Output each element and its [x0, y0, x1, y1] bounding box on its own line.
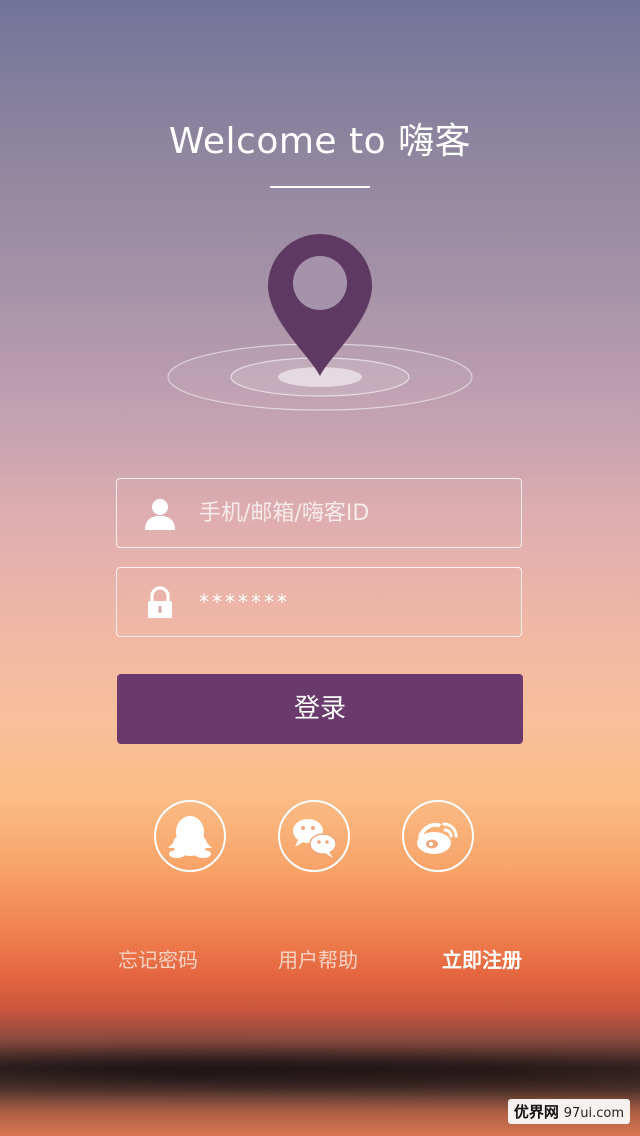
qq-login-button[interactable] — [154, 800, 226, 872]
background-shoreline — [0, 1040, 640, 1100]
welcome-title: Welcome to 嗨客 — [168, 121, 472, 162]
lock-icon — [148, 586, 172, 618]
wechat-icon — [293, 819, 337, 858]
user-help-link[interactable]: 用户帮助 — [278, 944, 358, 973]
watermark-domain: 97ui.com — [563, 1106, 624, 1121]
login-button[interactable]: 登录 — [117, 674, 523, 744]
username-input[interactable] — [199, 479, 509, 547]
watermark: 优界网 97ui.com — [507, 1099, 630, 1124]
location-pin-icon — [167, 234, 473, 411]
password-input[interactable] — [199, 568, 509, 636]
login-screen: Welcome to 嗨客 登录 — [0, 0, 640, 1136]
password-field[interactable] — [116, 567, 522, 637]
username-field[interactable] — [116, 478, 522, 548]
wechat-login-button[interactable] — [278, 800, 350, 872]
weibo-login-button[interactable] — [402, 800, 474, 872]
qq-penguin-icon — [168, 816, 212, 858]
watermark-brand: 优界网 — [513, 1103, 559, 1121]
register-now-link[interactable]: 立即注册 — [442, 944, 522, 973]
weibo-icon — [417, 822, 458, 854]
title-divider — [270, 186, 370, 188]
user-icon — [145, 499, 175, 530]
forgot-password-link[interactable]: 忘记密码 — [118, 944, 198, 973]
